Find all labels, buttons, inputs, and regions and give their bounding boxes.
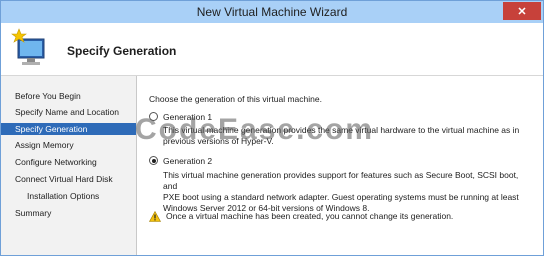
- generation-1-radio[interactable]: [149, 112, 158, 121]
- generation-1-label[interactable]: Generation 1: [163, 112, 212, 122]
- sidebar-item-specify-generation[interactable]: Specify Generation: [1, 123, 136, 135]
- sidebar-item-configure-networking[interactable]: Configure Networking: [1, 156, 136, 168]
- generation-2-label[interactable]: Generation 2: [163, 156, 212, 166]
- sidebar-item-connect-virtual-hard-disk[interactable]: Connect Virtual Hard Disk: [1, 173, 136, 185]
- wizard-window: New Virtual Machine Wizard ✕ Specify Gen…: [0, 0, 544, 256]
- sidebar-item-specify-name-location[interactable]: Specify Name and Location: [1, 106, 136, 118]
- generation-2-description: This virtual machine generation provides…: [163, 170, 523, 214]
- sidebar-item-assign-memory[interactable]: Assign Memory: [1, 139, 136, 151]
- close-button[interactable]: ✕: [503, 2, 541, 20]
- sidebar-item-before-you-begin[interactable]: Before You Begin: [1, 90, 136, 102]
- page-header: Specify Generation: [1, 23, 543, 76]
- generation-1-desc-line: previous versions of Hyper-V.: [163, 136, 274, 146]
- window-title: New Virtual Machine Wizard: [196, 5, 348, 19]
- sidebar-item-installation-options[interactable]: Installation Options: [1, 190, 136, 202]
- title-bar: New Virtual Machine Wizard ✕: [1, 1, 543, 23]
- main-content: Choose the generation of this virtual ma…: [137, 76, 543, 255]
- generation-1-desc-line: This virtual machine generation provides…: [163, 125, 520, 135]
- warning-message: Once a virtual machine has been created,…: [166, 211, 454, 221]
- wizard-steps-sidebar: Before You Begin Specify Name and Locati…: [1, 76, 137, 255]
- radio-selected-dot: [151, 158, 156, 163]
- computer-star-icon: [11, 28, 45, 65]
- generation-2-desc-line: PXE boot using a standard network adapte…: [163, 192, 519, 202]
- page-title: Specify Generation: [67, 44, 177, 58]
- generation-1-description: This virtual machine generation provides…: [163, 125, 523, 147]
- warning-icon: [149, 211, 161, 222]
- sidebar-item-summary[interactable]: Summary: [1, 207, 136, 219]
- generation-2-desc-line: This virtual machine generation provides…: [163, 170, 519, 191]
- generation-prompt: Choose the generation of this virtual ma…: [149, 94, 322, 104]
- generation-2-radio[interactable]: [149, 156, 158, 165]
